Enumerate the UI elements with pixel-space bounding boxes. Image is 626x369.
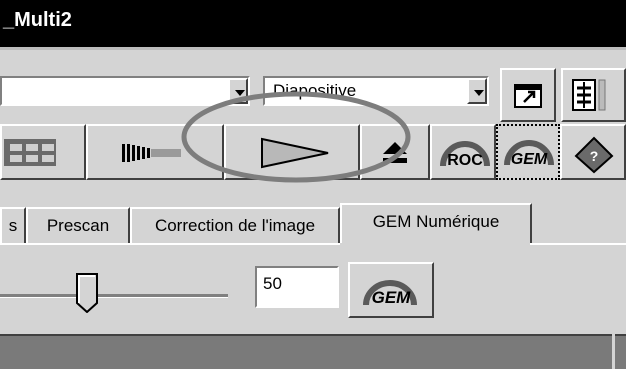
tab-image-correction[interactable]: Correction de l'image <box>130 207 340 243</box>
gem-icon: GEM <box>504 140 554 168</box>
help-button[interactable]: ? <box>560 124 626 180</box>
gem-apply-icon: GEM <box>363 280 417 307</box>
settings-button[interactable] <box>500 68 556 122</box>
gem-value-text: 50 <box>263 274 282 293</box>
roc-icon-label: ROC <box>447 152 483 169</box>
preferences-button[interactable] <box>561 68 626 122</box>
gem-slider-track[interactable] <box>0 294 228 298</box>
tab-previous[interactable]: s <box>0 207 26 243</box>
tab-prescan[interactable]: Prescan <box>26 207 130 243</box>
gem-slider-thumb[interactable] <box>75 273 98 314</box>
roc-button[interactable]: ROC <box>430 124 496 180</box>
apply-gem-button[interactable]: GEM <box>348 262 434 318</box>
index-scan-button[interactable] <box>0 124 86 180</box>
prescan-bars-icon <box>122 144 181 162</box>
tab-baseline-right <box>530 243 626 245</box>
svg-text:?: ? <box>590 148 599 164</box>
gem-button[interactable]: GEM <box>496 124 560 180</box>
roc-icon: ROC <box>440 141 490 169</box>
index-thumbnails-icon <box>4 139 56 166</box>
film-type-dropdown-button[interactable] <box>467 78 487 104</box>
window-title: _Multi2 <box>3 9 72 31</box>
gem-value-field[interactable]: 50 <box>255 266 339 308</box>
title-bar[interactable]: _Multi2 <box>0 0 626 47</box>
gem-apply-icon-label: GEM <box>372 288 412 307</box>
title-bar-edge <box>0 47 626 50</box>
preview-area <box>0 334 626 369</box>
gem-icon-label: GEM <box>511 151 548 168</box>
settings-list-icon <box>572 79 606 111</box>
slider-thumb-shape <box>75 273 98 314</box>
tab-baseline-left <box>0 243 340 245</box>
help-book-icon: ? <box>574 136 614 174</box>
tab-gem-numerique[interactable]: GEM Numérique <box>340 203 532 243</box>
preview-divider <box>612 334 615 369</box>
settings-window-icon <box>514 84 542 108</box>
scan-highlight-ellipse <box>181 91 411 183</box>
